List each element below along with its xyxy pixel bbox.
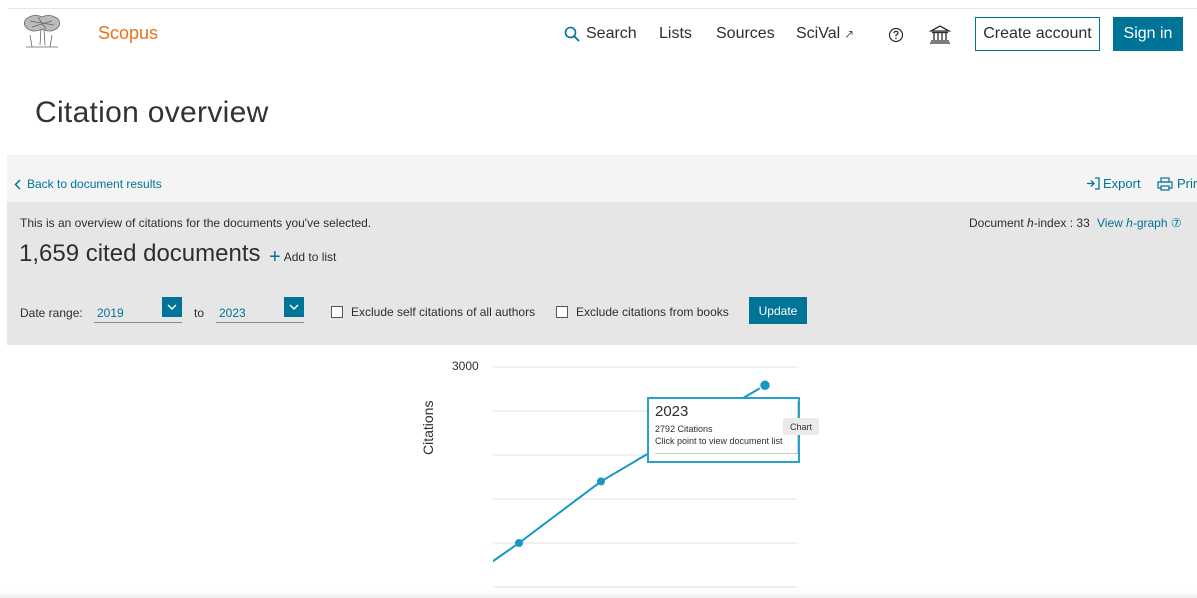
h-index-label: Document <box>969 216 1028 230</box>
help-icon: ⑦ <box>1170 216 1182 230</box>
help-icon[interactable] <box>888 27 904 43</box>
institution-icon[interactable] <box>929 24 951 44</box>
create-account-button[interactable]: Create account <box>975 17 1100 51</box>
chevron-down-icon <box>284 297 304 317</box>
add-to-list-label: Add to list <box>283 250 337 264</box>
chevron-left-icon <box>14 178 21 190</box>
tooltip-hint: Click point to view document list <box>655 436 783 446</box>
external-link-icon: ↗ <box>844 27 855 41</box>
tooltip-divider <box>655 453 798 454</box>
cited-documents-count: 1,659 cited documents <box>19 240 261 267</box>
page-title: Citation overview <box>35 96 269 129</box>
scopus-brand[interactable]: Scopus <box>98 23 158 44</box>
y-axis-label: Citations <box>420 400 436 455</box>
elsevier-tree-logo[interactable] <box>20 11 64 51</box>
view-h-graph-italic: h <box>1126 216 1133 230</box>
date-range-row: Date range: 2019 to 2023 Exclude self ci… <box>20 297 1020 327</box>
view-h-graph-rest: -graph <box>1132 216 1168 230</box>
print-label: Prir <box>1177 176 1197 191</box>
nav-lists[interactable]: Lists <box>659 25 692 43</box>
data-point-2020[interactable] <box>515 539 523 547</box>
chart-badge: Chart <box>783 418 819 435</box>
h-index-italic: h <box>1027 216 1034 230</box>
exclude-self-citations-label: Exclude self citations of all authors <box>351 305 536 319</box>
overview-description: This is an overview of citations for the… <box>20 216 372 230</box>
add-to-list-button[interactable]: + Add to list <box>269 246 337 268</box>
y-tick-label: 3000 <box>452 359 479 373</box>
to-year-value: 2023 <box>219 306 246 320</box>
tooltip-citations: 2792 Citations <box>655 424 713 434</box>
exclude-books-checkbox[interactable]: Exclude citations from books <box>556 305 729 319</box>
data-point-2021[interactable] <box>597 477 605 486</box>
site-header: Scopus Search Lists Sources SciVal ↗ Crea… <box>0 9 1197 57</box>
view-h-graph-link[interactable]: View h-graph ⑦ <box>1097 216 1182 230</box>
date-range-label: Date range: <box>20 306 83 320</box>
from-year-select[interactable]: 2019 <box>94 297 182 323</box>
bottom-fade <box>0 590 1197 598</box>
nav-scival[interactable]: SciVal ↗ <box>796 25 854 43</box>
data-point-2023[interactable] <box>758 379 772 392</box>
checkbox-box[interactable] <box>556 306 568 318</box>
overview-panel: This is an overview of citations for the… <box>7 202 1197 345</box>
search-icon <box>564 26 580 42</box>
chart-tooltip: 2023 2792 Citations Click point to view … <box>647 397 800 463</box>
to-label: to <box>194 306 205 320</box>
plus-icon: + <box>269 246 281 268</box>
chevron-down-icon <box>162 297 182 317</box>
h-index-value: -index : 33 <box>1033 216 1090 230</box>
nav-search-label: Search <box>586 25 637 42</box>
update-button[interactable]: Update <box>749 297 807 324</box>
citations-chart: 3000 Citations 2023 2792 Citations Click… <box>0 345 1197 598</box>
printer-icon <box>1157 176 1173 191</box>
from-year-value: 2019 <box>97 306 124 320</box>
exclude-books-label: Exclude citations from books <box>576 305 729 319</box>
print-button[interactable]: Prir <box>1157 176 1197 191</box>
citations-line-chart[interactable] <box>0 345 1197 598</box>
tooltip-year: 2023 <box>655 403 689 420</box>
checkbox-box[interactable] <box>331 306 343 318</box>
export-button[interactable]: Export <box>1086 176 1141 191</box>
nav-sources[interactable]: Sources <box>716 25 775 43</box>
export-icon <box>1087 177 1100 190</box>
sign-in-button[interactable]: Sign in <box>1113 17 1183 51</box>
to-year-select[interactable]: 2023 <box>216 297 304 323</box>
document-h-index: Document h-index : 33 <box>969 216 1090 230</box>
back-to-results-link[interactable]: Back to document results <box>14 177 162 191</box>
nav-search[interactable]: Search <box>564 25 637 43</box>
back-bar: Back to document results Export Prir <box>7 155 1197 202</box>
export-label: Export <box>1103 176 1141 191</box>
back-link-label: Back to document results <box>27 177 162 191</box>
nav-scival-label: SciVal <box>796 25 841 42</box>
exclude-self-citations-checkbox[interactable]: Exclude self citations of all authors <box>331 305 535 319</box>
view-h-graph-label: View <box>1097 216 1127 230</box>
